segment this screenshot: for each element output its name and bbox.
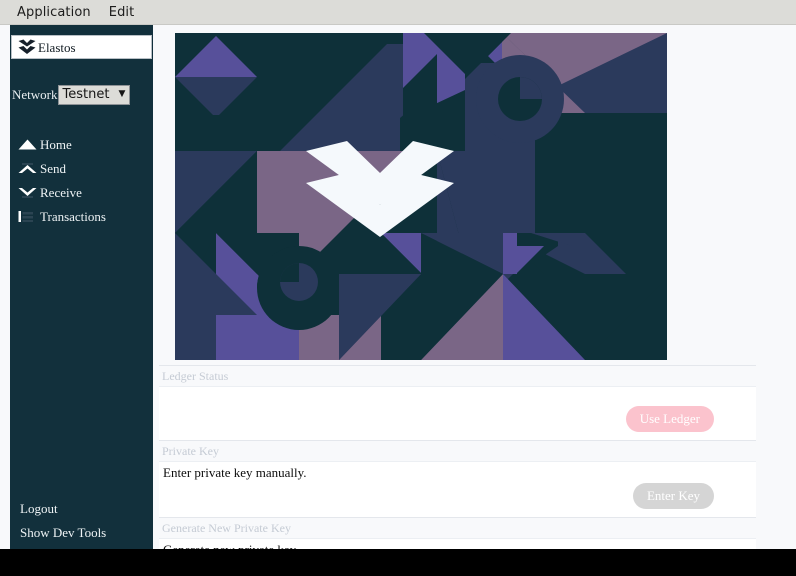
panel-text: Enter private key manually. xyxy=(163,465,307,481)
sidebar-item-receive[interactable]: Receive xyxy=(10,180,153,204)
network-select-value: Testnet xyxy=(62,87,110,102)
sidebar-footer: Logout Show Dev Tools xyxy=(10,497,153,549)
panel-generate-new-private-key: Generate New Private Key Generate new pr… xyxy=(159,516,756,549)
menu-item-edit[interactable]: Edit xyxy=(100,3,144,22)
brand-name: Elastos xyxy=(38,39,76,55)
panel-private-key: Private Key Enter private key manually. … xyxy=(159,440,756,517)
sidebar-item-home[interactable]: Home xyxy=(10,132,153,156)
triangle-up-icon xyxy=(18,138,37,151)
network-select[interactable]: Testnet ▼ xyxy=(57,85,131,105)
chevron-down-icon xyxy=(18,186,37,199)
sidebar-item-show-dev-tools[interactable]: Show Dev Tools xyxy=(10,521,153,545)
panel-stack: Ledger Status Use Ledger Private Key Ent… xyxy=(159,365,756,549)
sidebar-item-label: Send xyxy=(40,160,66,176)
use-ledger-button[interactable]: Use Ledger xyxy=(625,406,714,433)
panel-actions: Use Ledger xyxy=(159,404,756,441)
sidebar-item-label: Receive xyxy=(40,184,82,200)
network-selector-row: Network Testnet ▼ xyxy=(10,85,153,105)
panel-ledger-status: Ledger Status Use Ledger xyxy=(159,365,756,441)
menu-bar: Application Edit xyxy=(0,0,796,25)
panel-body: Enter private key manually. xyxy=(159,462,756,481)
chevron-up-icon xyxy=(18,162,37,175)
bars-list-icon xyxy=(18,210,37,223)
network-label: Network xyxy=(12,87,58,102)
application-window: Application Edit Elastos Network Testnet… xyxy=(0,0,796,549)
chevron-down-icon: ▼ xyxy=(118,89,126,99)
app-body: Elastos Network Testnet ▼ Home Send Rece… xyxy=(0,25,796,549)
panel-header: Private Key xyxy=(159,440,756,463)
main-content: Ledger Status Use Ledger Private Key Ent… xyxy=(153,25,756,549)
hero-banner xyxy=(175,33,667,360)
sidebar-item-logout[interactable]: Logout xyxy=(10,497,153,521)
sidebar-nav: Home Send Receive Transactions xyxy=(10,132,153,228)
sidebar-item-transactions[interactable]: Transactions xyxy=(10,204,153,228)
enter-key-button[interactable]: Enter Key xyxy=(632,482,714,509)
elastos-chevrons-icon xyxy=(18,39,36,55)
panel-header: Ledger Status xyxy=(159,365,756,388)
sidebar-item-label: Transactions xyxy=(40,208,106,224)
panel-text: Generate new private key. xyxy=(163,542,756,549)
panel-body: Generate new private key. xyxy=(159,539,756,549)
sidebar-item-send[interactable]: Send xyxy=(10,156,153,180)
panel-actions: Enter Key xyxy=(159,480,756,517)
sidebar-item-label: Home xyxy=(40,136,72,152)
sidebar: Elastos Network Testnet ▼ Home Send Rece… xyxy=(10,25,153,549)
panel-body xyxy=(159,387,756,405)
menu-item-application[interactable]: Application xyxy=(8,3,100,22)
panel-header: Generate New Private Key xyxy=(159,516,756,540)
brand-header: Elastos xyxy=(11,35,152,59)
